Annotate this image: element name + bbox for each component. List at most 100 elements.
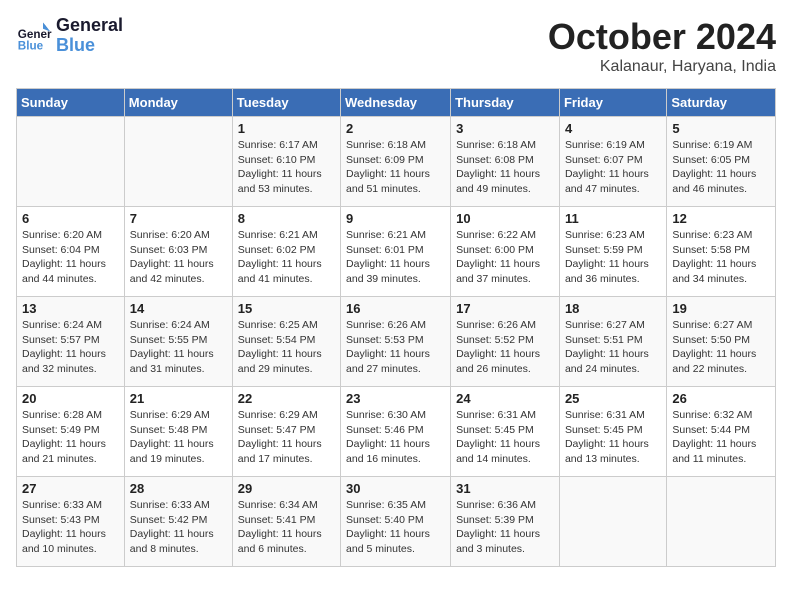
daylight-text: Daylight: 11 hours and 39 minutes. — [346, 258, 430, 285]
calendar-cell: 9 Sunrise: 6:21 AM Sunset: 6:01 PM Dayli… — [341, 207, 451, 297]
day-number: 26 — [672, 391, 770, 406]
sunrise-text: Sunrise: 6:29 AM — [238, 409, 318, 421]
day-number: 1 — [238, 121, 335, 136]
calendar-cell — [17, 117, 125, 207]
calendar-cell: 30 Sunrise: 6:35 AM Sunset: 5:40 PM Dayl… — [341, 477, 451, 567]
sunset-text: Sunset: 6:08 PM — [456, 154, 534, 166]
daylight-text: Daylight: 11 hours and 49 minutes. — [456, 168, 540, 195]
day-number: 29 — [238, 481, 335, 496]
daylight-text: Daylight: 11 hours and 8 minutes. — [130, 528, 214, 555]
day-number: 28 — [130, 481, 227, 496]
sunset-text: Sunset: 5:41 PM — [238, 514, 316, 526]
header-saturday: Saturday — [667, 89, 776, 117]
sunrise-text: Sunrise: 6:31 AM — [456, 409, 536, 421]
calendar-cell: 8 Sunrise: 6:21 AM Sunset: 6:02 PM Dayli… — [232, 207, 340, 297]
sunrise-text: Sunrise: 6:27 AM — [565, 319, 645, 331]
sunset-text: Sunset: 6:02 PM — [238, 244, 316, 256]
sunset-text: Sunset: 6:03 PM — [130, 244, 208, 256]
sunrise-text: Sunrise: 6:26 AM — [346, 319, 426, 331]
calendar-cell — [667, 477, 776, 567]
sunset-text: Sunset: 5:46 PM — [346, 424, 424, 436]
daylight-text: Daylight: 11 hours and 37 minutes. — [456, 258, 540, 285]
day-info: Sunrise: 6:23 AM Sunset: 5:59 PM Dayligh… — [565, 228, 661, 287]
day-info: Sunrise: 6:23 AM Sunset: 5:58 PM Dayligh… — [672, 228, 770, 287]
sunset-text: Sunset: 5:55 PM — [130, 334, 208, 346]
calendar-cell: 19 Sunrise: 6:27 AM Sunset: 5:50 PM Dayl… — [667, 297, 776, 387]
daylight-text: Daylight: 11 hours and 22 minutes. — [672, 348, 756, 375]
daylight-text: Daylight: 11 hours and 42 minutes. — [130, 258, 214, 285]
day-info: Sunrise: 6:32 AM Sunset: 5:44 PM Dayligh… — [672, 408, 770, 467]
day-number: 14 — [130, 301, 227, 316]
daylight-text: Daylight: 11 hours and 13 minutes. — [565, 438, 649, 465]
daylight-text: Daylight: 11 hours and 46 minutes. — [672, 168, 756, 195]
day-info: Sunrise: 6:33 AM Sunset: 5:42 PM Dayligh… — [130, 498, 227, 557]
sunrise-text: Sunrise: 6:19 AM — [672, 139, 752, 151]
day-info: Sunrise: 6:26 AM Sunset: 5:52 PM Dayligh… — [456, 318, 554, 377]
calendar-cell: 14 Sunrise: 6:24 AM Sunset: 5:55 PM Dayl… — [124, 297, 232, 387]
daylight-text: Daylight: 11 hours and 44 minutes. — [22, 258, 106, 285]
calendar-cell: 11 Sunrise: 6:23 AM Sunset: 5:59 PM Dayl… — [559, 207, 666, 297]
sunrise-text: Sunrise: 6:34 AM — [238, 499, 318, 511]
day-info: Sunrise: 6:27 AM Sunset: 5:50 PM Dayligh… — [672, 318, 770, 377]
daylight-text: Daylight: 11 hours and 26 minutes. — [456, 348, 540, 375]
sunset-text: Sunset: 5:40 PM — [346, 514, 424, 526]
sunrise-text: Sunrise: 6:33 AM — [130, 499, 210, 511]
daylight-text: Daylight: 11 hours and 24 minutes. — [565, 348, 649, 375]
daylight-text: Daylight: 11 hours and 10 minutes. — [22, 528, 106, 555]
calendar-cell: 5 Sunrise: 6:19 AM Sunset: 6:05 PM Dayli… — [667, 117, 776, 207]
day-number: 19 — [672, 301, 770, 316]
sunrise-text: Sunrise: 6:27 AM — [672, 319, 752, 331]
calendar-week-4: 20 Sunrise: 6:28 AM Sunset: 5:49 PM Dayl… — [17, 387, 776, 477]
sunrise-text: Sunrise: 6:20 AM — [130, 229, 210, 241]
daylight-text: Daylight: 11 hours and 14 minutes. — [456, 438, 540, 465]
sunset-text: Sunset: 5:49 PM — [22, 424, 100, 436]
sunset-text: Sunset: 6:07 PM — [565, 154, 643, 166]
sunset-text: Sunset: 5:42 PM — [130, 514, 208, 526]
month-title: October 2024 — [548, 16, 776, 58]
day-number: 18 — [565, 301, 661, 316]
sunset-text: Sunset: 5:45 PM — [456, 424, 534, 436]
day-number: 16 — [346, 301, 445, 316]
calendar-cell: 13 Sunrise: 6:24 AM Sunset: 5:57 PM Dayl… — [17, 297, 125, 387]
daylight-text: Daylight: 11 hours and 5 minutes. — [346, 528, 430, 555]
day-number: 5 — [672, 121, 770, 136]
day-number: 17 — [456, 301, 554, 316]
day-info: Sunrise: 6:25 AM Sunset: 5:54 PM Dayligh… — [238, 318, 335, 377]
sunset-text: Sunset: 5:44 PM — [672, 424, 750, 436]
location-title: Kalanaur, Haryana, India — [548, 58, 776, 76]
logo: General Blue General Blue — [16, 16, 123, 56]
calendar-cell: 1 Sunrise: 6:17 AM Sunset: 6:10 PM Dayli… — [232, 117, 340, 207]
calendar-cell: 22 Sunrise: 6:29 AM Sunset: 5:47 PM Dayl… — [232, 387, 340, 477]
calendar-cell — [559, 477, 666, 567]
day-number: 4 — [565, 121, 661, 136]
daylight-text: Daylight: 11 hours and 16 minutes. — [346, 438, 430, 465]
calendar-cell: 3 Sunrise: 6:18 AM Sunset: 6:08 PM Dayli… — [451, 117, 560, 207]
calendar-cell: 27 Sunrise: 6:33 AM Sunset: 5:43 PM Dayl… — [17, 477, 125, 567]
header-monday: Monday — [124, 89, 232, 117]
calendar-cell: 7 Sunrise: 6:20 AM Sunset: 6:03 PM Dayli… — [124, 207, 232, 297]
sunrise-text: Sunrise: 6:20 AM — [22, 229, 102, 241]
day-info: Sunrise: 6:20 AM Sunset: 6:04 PM Dayligh… — [22, 228, 119, 287]
day-info: Sunrise: 6:31 AM Sunset: 5:45 PM Dayligh… — [456, 408, 554, 467]
day-info: Sunrise: 6:24 AM Sunset: 5:57 PM Dayligh… — [22, 318, 119, 377]
daylight-text: Daylight: 11 hours and 51 minutes. — [346, 168, 430, 195]
day-info: Sunrise: 6:22 AM Sunset: 6:00 PM Dayligh… — [456, 228, 554, 287]
calendar-cell: 21 Sunrise: 6:29 AM Sunset: 5:48 PM Dayl… — [124, 387, 232, 477]
day-info: Sunrise: 6:31 AM Sunset: 5:45 PM Dayligh… — [565, 408, 661, 467]
sunrise-text: Sunrise: 6:23 AM — [565, 229, 645, 241]
day-number: 6 — [22, 211, 119, 226]
calendar-cell: 6 Sunrise: 6:20 AM Sunset: 6:04 PM Dayli… — [17, 207, 125, 297]
calendar-week-2: 6 Sunrise: 6:20 AM Sunset: 6:04 PM Dayli… — [17, 207, 776, 297]
header-friday: Friday — [559, 89, 666, 117]
calendar-cell — [124, 117, 232, 207]
header-sunday: Sunday — [17, 89, 125, 117]
daylight-text: Daylight: 11 hours and 6 minutes. — [238, 528, 322, 555]
calendar-cell: 29 Sunrise: 6:34 AM Sunset: 5:41 PM Dayl… — [232, 477, 340, 567]
day-info: Sunrise: 6:26 AM Sunset: 5:53 PM Dayligh… — [346, 318, 445, 377]
calendar-cell: 25 Sunrise: 6:31 AM Sunset: 5:45 PM Dayl… — [559, 387, 666, 477]
logo-icon: General Blue — [16, 18, 52, 54]
day-info: Sunrise: 6:18 AM Sunset: 6:08 PM Dayligh… — [456, 138, 554, 197]
logo-text-line2: Blue — [56, 36, 123, 56]
day-number: 31 — [456, 481, 554, 496]
sunset-text: Sunset: 6:00 PM — [456, 244, 534, 256]
